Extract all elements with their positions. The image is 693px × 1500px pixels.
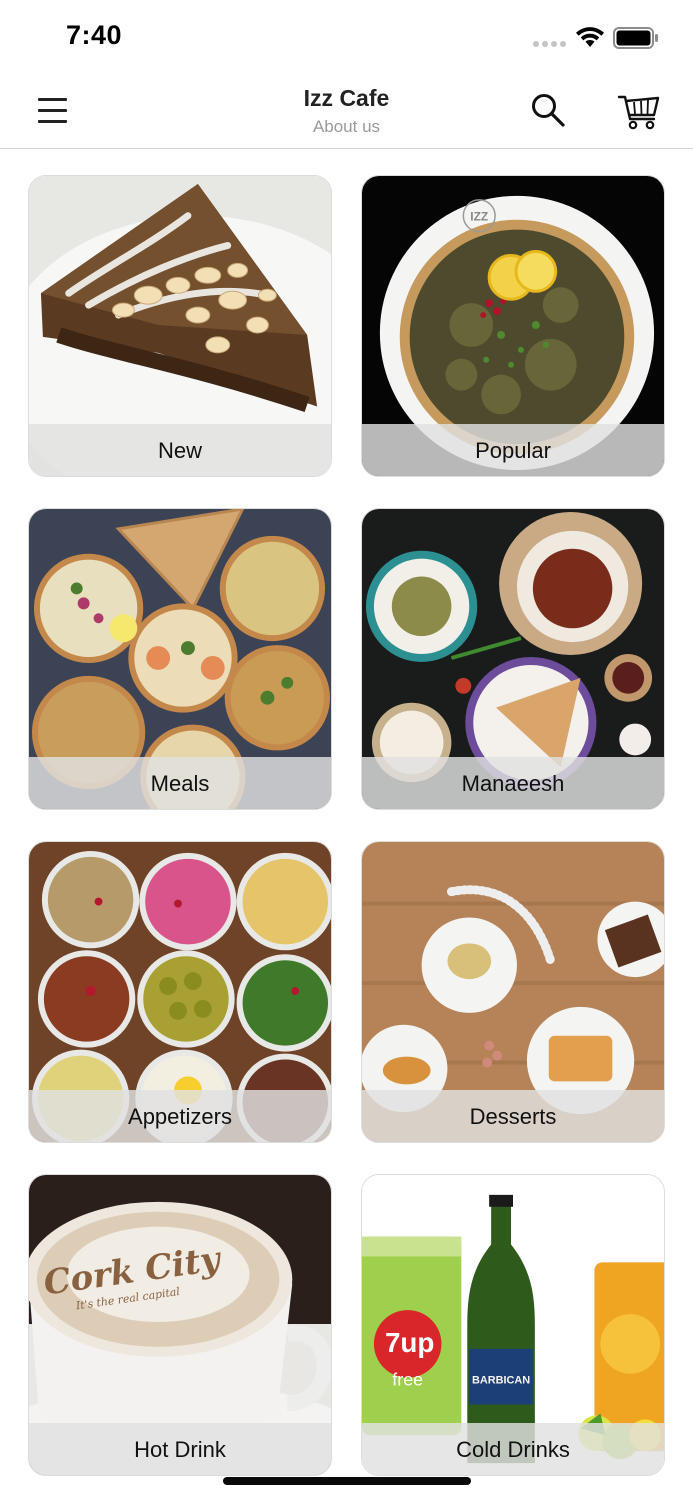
- cart-icon[interactable]: [617, 91, 661, 131]
- category-card-manaeesh[interactable]: Manaeesh: [361, 508, 665, 810]
- category-card-new[interactable]: New: [28, 175, 332, 477]
- category-label: Hot Drink: [134, 1437, 226, 1462]
- home-indicator[interactable]: [223, 1477, 471, 1485]
- category-card-hot-drink[interactable]: Cork City It's the real capital Hot Drin…: [28, 1174, 332, 1476]
- bottle-brand-text: BARBICAN: [472, 1375, 530, 1387]
- category-card-popular[interactable]: IZZ Popular: [361, 175, 665, 477]
- can-sub-text: free: [392, 1370, 423, 1390]
- category-label: New: [157, 438, 202, 463]
- app-header: Izz Cafe About us: [0, 72, 693, 149]
- category-label: Cold Drinks: [456, 1437, 570, 1462]
- category-card-desserts[interactable]: Desserts: [361, 841, 665, 1143]
- status-time: 7:40: [66, 20, 123, 50]
- category-label: Appetizers: [128, 1104, 232, 1129]
- category-card-appetizers[interactable]: Appetizers: [28, 841, 332, 1143]
- search-icon[interactable]: [530, 92, 566, 128]
- category-card-meals[interactable]: Meals: [28, 508, 332, 810]
- category-label: Meals: [150, 771, 210, 796]
- category-label: Manaeesh: [461, 771, 565, 796]
- category-label: Popular: [475, 438, 551, 463]
- category-card-cold-drinks[interactable]: 7up free BARBICAN Cold Drinks: [361, 1174, 665, 1476]
- wifi-icon: [576, 27, 604, 47]
- about-us-link[interactable]: About us: [0, 117, 693, 137]
- can-brand-text: 7up: [385, 1327, 434, 1358]
- battery-icon: [613, 27, 658, 49]
- page-title: Izz Cafe: [303, 85, 390, 111]
- category-label: Desserts: [469, 1104, 557, 1129]
- signal-icon: [533, 41, 566, 47]
- status-bar: 7:40: [0, 0, 693, 72]
- plate-stamp-text: IZZ: [470, 210, 488, 224]
